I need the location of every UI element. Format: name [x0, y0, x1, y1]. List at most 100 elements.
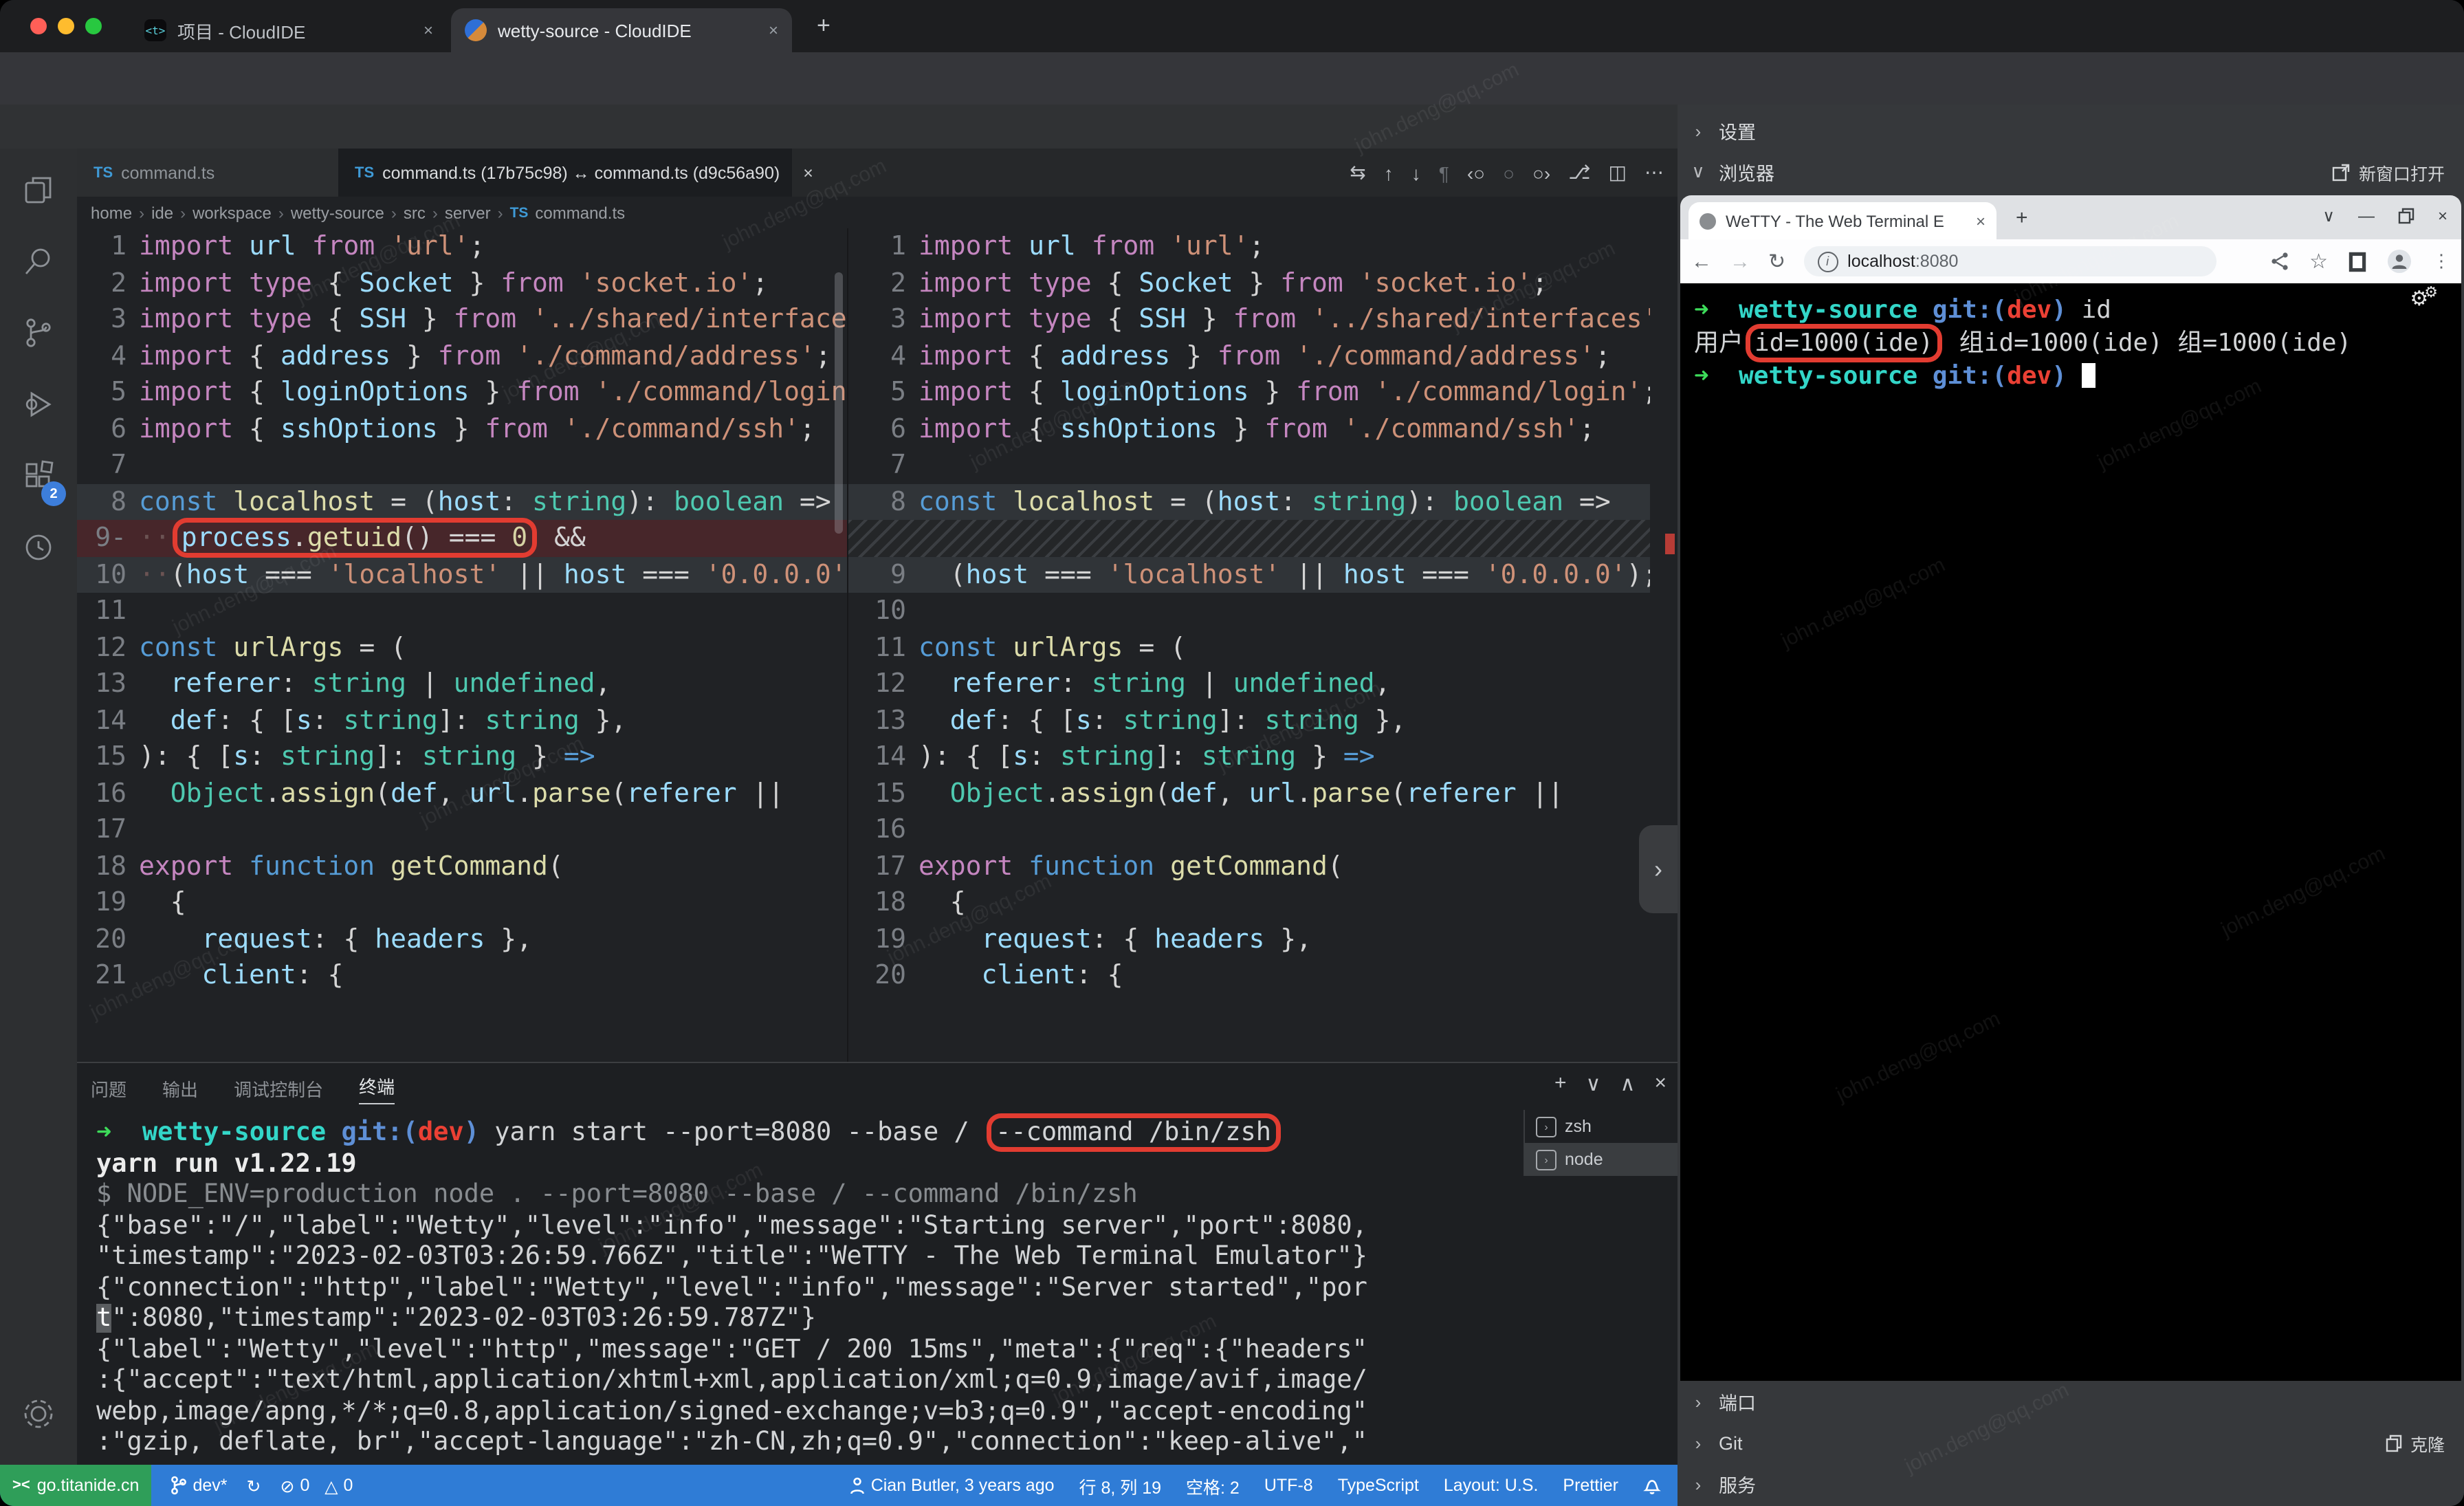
language-mode[interactable]: TypeScript	[1338, 1476, 1419, 1495]
reload-icon[interactable]: ↻	[1768, 249, 1785, 274]
window-zoom-button[interactable]	[85, 18, 102, 34]
line-number: 14	[77, 702, 139, 739]
left-pane-scrollbar[interactable]	[835, 272, 843, 534]
section-label: 服务	[1719, 1470, 1756, 1498]
panel-tab-问题[interactable]: 问题	[91, 1075, 126, 1101]
panel-tab-输出[interactable]: 输出	[162, 1075, 198, 1101]
section-browser[interactable]: ∨ 浏览器 新窗口打开	[1678, 151, 2464, 193]
breadcrumb-item[interactable]: home	[91, 203, 132, 222]
formatter[interactable]: Prettier	[1563, 1476, 1618, 1495]
indentation[interactable]: 空格: 2	[1186, 1472, 1240, 1498]
open-new-window-button[interactable]: 新窗口打开	[2333, 159, 2464, 185]
forward-icon[interactable]: →	[1730, 250, 1750, 273]
breadcrumb[interactable]: home›ide›workspace›wetty-source›src›serv…	[91, 197, 625, 228]
tab-search-icon[interactable]: ∨	[2322, 206, 2335, 226]
open-changes-icon[interactable]: ⇆	[1350, 161, 1365, 184]
tab-title: WeTTY - The Web Terminal E	[1726, 211, 1968, 230]
sync-status[interactable]: ↻	[247, 1475, 261, 1496]
wetty-settings-gears-icon[interactable]: ⚙⚙	[2410, 286, 2442, 312]
move-down-icon[interactable]: ↓	[1411, 162, 1421, 184]
breadcrumb-item[interactable]: src	[404, 203, 426, 222]
share-icon[interactable]	[2269, 252, 2289, 271]
back-icon[interactable]: ←	[1691, 250, 1712, 273]
browser-tab-wetty-source[interactable]: wetty-source - CloudIDE ×	[451, 8, 792, 52]
collapse-panel-handle[interactable]: ›	[1639, 825, 1678, 913]
breadcrumb-item[interactable]: workspace	[192, 203, 272, 222]
keyboard-layout[interactable]: Layout: U.S.	[1444, 1476, 1539, 1495]
info-icon[interactable]: i	[1817, 251, 1838, 272]
diff-pane-original[interactable]: 1import url from 'url';2import type { So…	[77, 228, 847, 1062]
current-change-icon[interactable]: ○	[1503, 162, 1515, 184]
breadcrumb-item[interactable]: server	[445, 203, 491, 222]
panel-tab-终端[interactable]: 终端	[359, 1072, 395, 1104]
breadcrumb-item[interactable]: ide	[151, 203, 173, 222]
breadcrumb-item[interactable]: wetty-source	[291, 203, 384, 222]
breadcrumb-file[interactable]: command.ts	[535, 203, 625, 222]
diff-pane-modified[interactable]: 1import url from 'url';2import type { So…	[847, 228, 1650, 1062]
code-line: 16	[848, 811, 1650, 848]
wetty-terminal-page[interactable]: ➜ wetty-source git:(dev) id用户id=1000(ide…	[1680, 283, 2461, 1381]
source-control-icon[interactable]	[0, 305, 77, 360]
maximize-panel-icon[interactable]: ∧	[1620, 1071, 1636, 1096]
notifications-bell-icon[interactable]	[1643, 1476, 1661, 1495]
git-blame-status[interactable]: Cian Butler, 3 years ago	[850, 1476, 1055, 1495]
section-services[interactable]: › 服务	[1678, 1463, 2464, 1505]
source-control-icon[interactable]: ⎇	[1568, 161, 1590, 184]
minimize-icon[interactable]: —	[2358, 206, 2375, 226]
editor-tab-diff[interactable]: TS command.ts (17b75c98) ↔ command.ts (d…	[338, 149, 792, 197]
browser-tab-project[interactable]: <t> 项目 - CloudIDE ×	[131, 8, 447, 52]
terminal-output[interactable]: ➜ wetty-source git:(dev) yarn start --po…	[96, 1118, 1512, 1459]
new-tab-button[interactable]: +	[817, 12, 830, 40]
line-number: 9-	[77, 520, 139, 556]
window-close-button[interactable]	[30, 18, 47, 34]
terminal-picker-icon[interactable]: ∨	[1586, 1071, 1601, 1096]
close-tab-icon[interactable]: ×	[803, 163, 813, 182]
history-icon[interactable]	[0, 520, 77, 575]
code-line: 13 referer: string | undefined,	[77, 666, 847, 702]
section-settings[interactable]: › 设置	[1678, 110, 2464, 151]
remote-indicator[interactable]: >< go.titanide.cn	[0, 1465, 151, 1506]
problems-status[interactable]: ⊘ 0 △ 0	[280, 1475, 353, 1496]
explorer-icon[interactable]	[0, 162, 77, 217]
search-icon[interactable]	[0, 234, 77, 289]
prev-change-icon[interactable]: ‹○	[1467, 162, 1485, 184]
close-tab-icon[interactable]: ×	[769, 21, 778, 40]
annotation-red-box: --command /bin/zsh	[991, 1118, 1275, 1147]
whitespace-icon[interactable]: ¶	[1439, 162, 1449, 184]
profile-avatar-icon[interactable]	[2387, 249, 2412, 274]
embedded-tab-wetty[interactable]: WeTTY - The Web Terminal E ×	[1688, 202, 1996, 239]
settings-gear-icon[interactable]	[0, 1386, 77, 1441]
menu-dots-icon[interactable]: ⋮	[2432, 250, 2450, 272]
terminal-line: {"connection":"http","label":"Wetty","le…	[96, 1273, 1512, 1304]
new-terminal-icon[interactable]: +	[1554, 1071, 1567, 1096]
close-window-icon[interactable]: ×	[2438, 206, 2448, 226]
next-change-icon[interactable]: ○›	[1532, 162, 1550, 184]
terminal-list-item-zsh[interactable]: ›zsh	[1525, 1110, 1679, 1143]
line-number: 6	[848, 411, 918, 447]
code-line: 9-··process.getuid() === 0 &&	[77, 520, 847, 556]
move-up-icon[interactable]: ↑	[1384, 162, 1394, 184]
git-branch-status[interactable]: dev*	[170, 1476, 227, 1495]
git-clone-button[interactable]: 克隆	[2386, 1430, 2464, 1456]
line-number: 13	[77, 666, 139, 702]
editor-tab-command-ts[interactable]: TS command.ts	[77, 149, 338, 197]
window-minimize-button[interactable]	[58, 18, 74, 34]
more-actions-icon[interactable]: ⋯	[1644, 161, 1664, 184]
cursor-position[interactable]: 行 8, 列 19	[1079, 1472, 1162, 1498]
run-debug-icon[interactable]	[0, 377, 77, 432]
close-tab-icon[interactable]: ×	[1976, 211, 1986, 230]
side-panel-icon[interactable]	[2348, 251, 2366, 272]
embedded-address-bar[interactable]: i localhost:8080	[1803, 246, 2216, 276]
panel-tab-调试控制台[interactable]: 调试控制台	[234, 1075, 323, 1101]
restore-icon[interactable]	[2398, 208, 2414, 224]
encoding[interactable]: UTF-8	[1264, 1476, 1313, 1495]
close-tab-icon[interactable]: ×	[424, 21, 433, 40]
statusbar-right: Cian Butler, 3 years ago 行 8, 列 19 空格: 2…	[850, 1472, 1678, 1498]
section-ports[interactable]: › 端口	[1678, 1381, 2464, 1422]
bookmark-star-icon[interactable]: ☆	[2309, 249, 2328, 274]
section-git[interactable]: › Git 克隆	[1678, 1422, 2464, 1463]
terminal-list-item-node[interactable]: ›node	[1525, 1143, 1679, 1176]
split-editor-icon[interactable]: ◫	[1609, 161, 1627, 184]
close-panel-icon[interactable]: ×	[1654, 1071, 1666, 1096]
new-tab-button[interactable]: +	[2016, 206, 2028, 230]
